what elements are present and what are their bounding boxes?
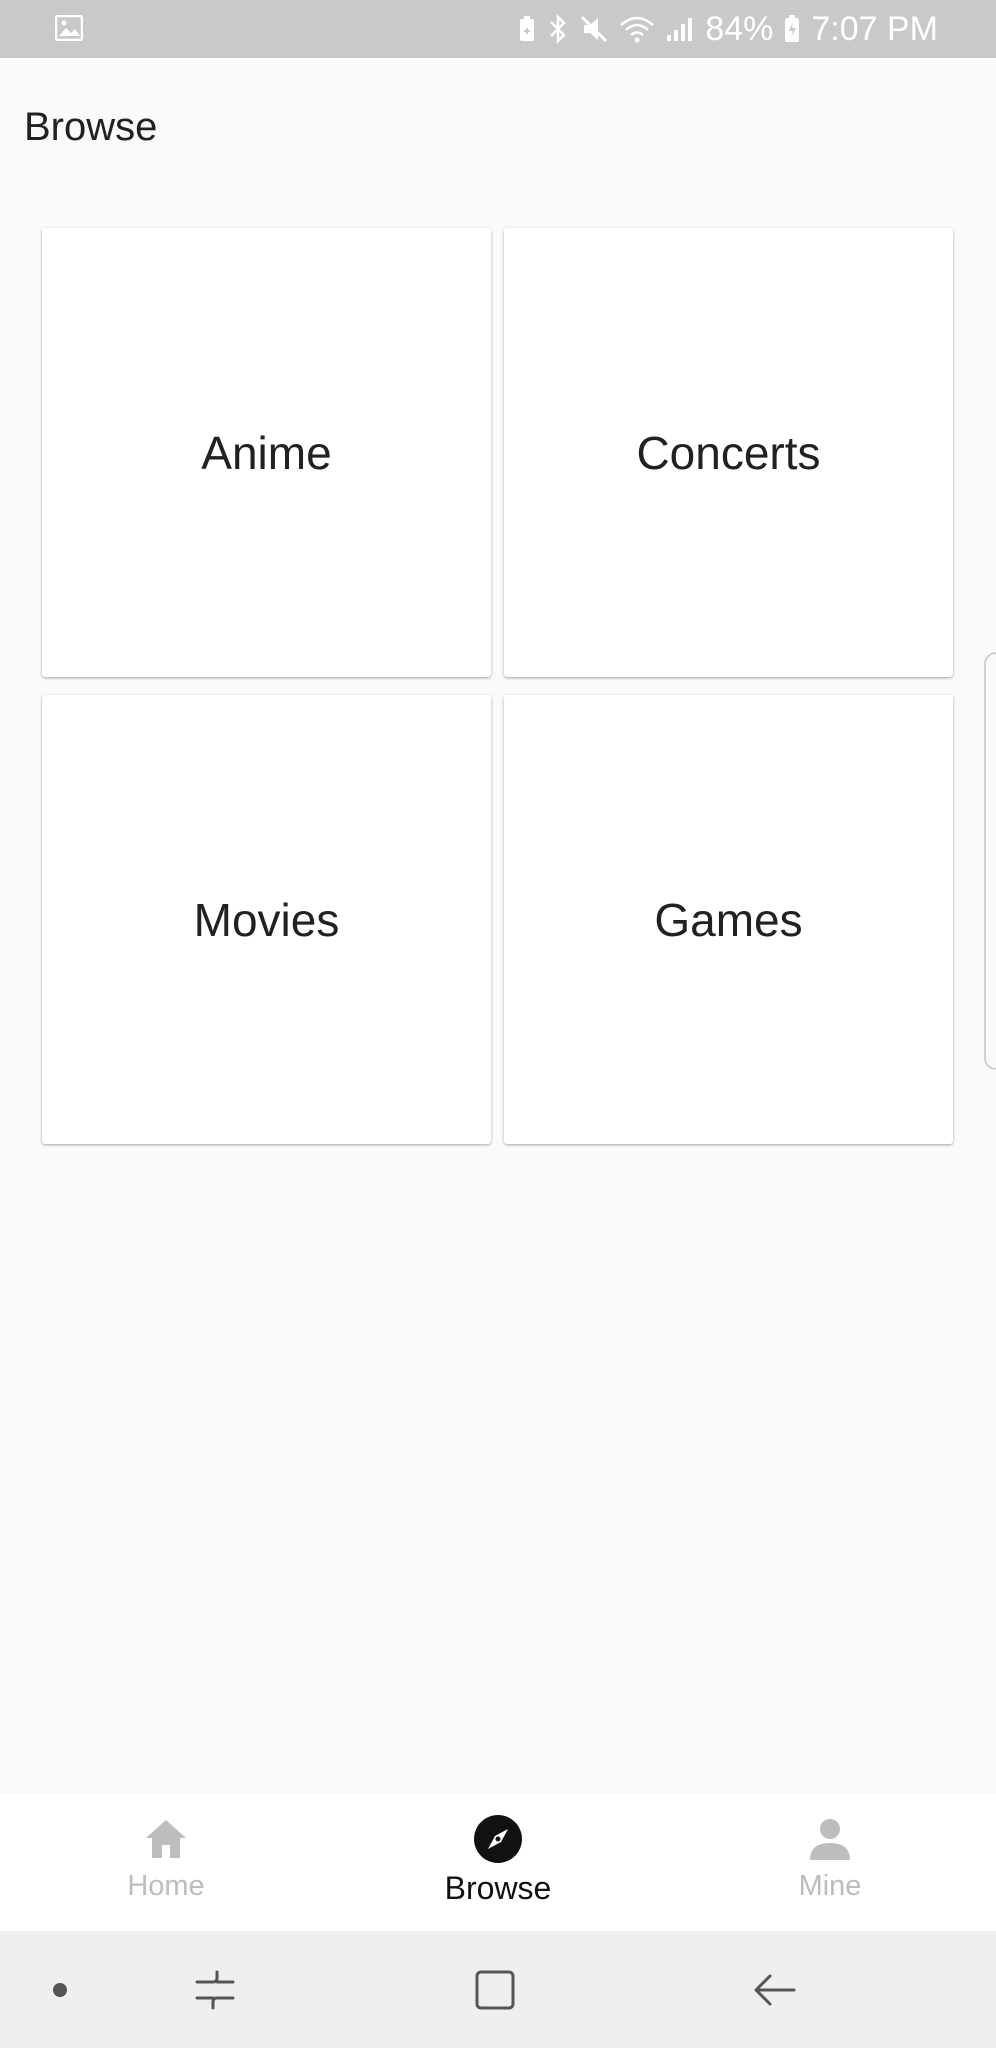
category-card-games[interactable]: Games — [504, 695, 953, 1144]
status-icons: 84% 7:07 PM — [517, 0, 938, 58]
battery-charging-icon — [783, 14, 801, 44]
category-label: Movies — [193, 893, 340, 946]
bluetooth-icon — [547, 14, 569, 44]
system-nav-bar — [0, 1931, 996, 2048]
nav-item-mine[interactable]: Mine — [664, 1794, 996, 1931]
category-label: Concerts — [636, 426, 821, 479]
home-icon — [141, 1814, 191, 1864]
category-label: Games — [654, 893, 803, 946]
nav-item-home[interactable]: Home — [0, 1794, 332, 1931]
nav-label-mine: Mine — [798, 1870, 862, 1902]
nav-label-browse: Browse — [444, 1870, 552, 1906]
signal-icon — [665, 15, 695, 43]
wifi-icon — [619, 15, 655, 43]
edge-panel-handle[interactable] — [984, 652, 996, 1070]
back-icon[interactable] — [740, 1931, 810, 2048]
home-square-icon[interactable] — [460, 1931, 530, 2048]
bottom-nav: Home Browse Mine — [0, 1794, 996, 1931]
category-card-concerts[interactable]: Concerts — [504, 228, 953, 677]
dot-icon[interactable] — [40, 1931, 80, 2048]
battery-percent: 84% — [705, 9, 774, 48]
status-time: 7:07 PM — [811, 9, 938, 48]
mute-icon — [579, 14, 609, 44]
page-title: Browse — [24, 105, 158, 149]
category-card-movies[interactable]: Movies — [42, 695, 491, 1144]
status-bar: 84% 7:07 PM — [0, 0, 996, 58]
category-label: Anime — [201, 426, 332, 479]
category-card-anime[interactable]: Anime — [42, 228, 491, 677]
gallery-icon — [54, 14, 84, 42]
recents-icon[interactable] — [180, 1931, 250, 2048]
compass-icon — [473, 1814, 523, 1864]
nav-item-browse[interactable]: Browse — [332, 1794, 664, 1931]
battery-saver-icon — [517, 15, 537, 43]
person-icon — [805, 1814, 855, 1864]
nav-label-home: Home — [127, 1870, 205, 1902]
